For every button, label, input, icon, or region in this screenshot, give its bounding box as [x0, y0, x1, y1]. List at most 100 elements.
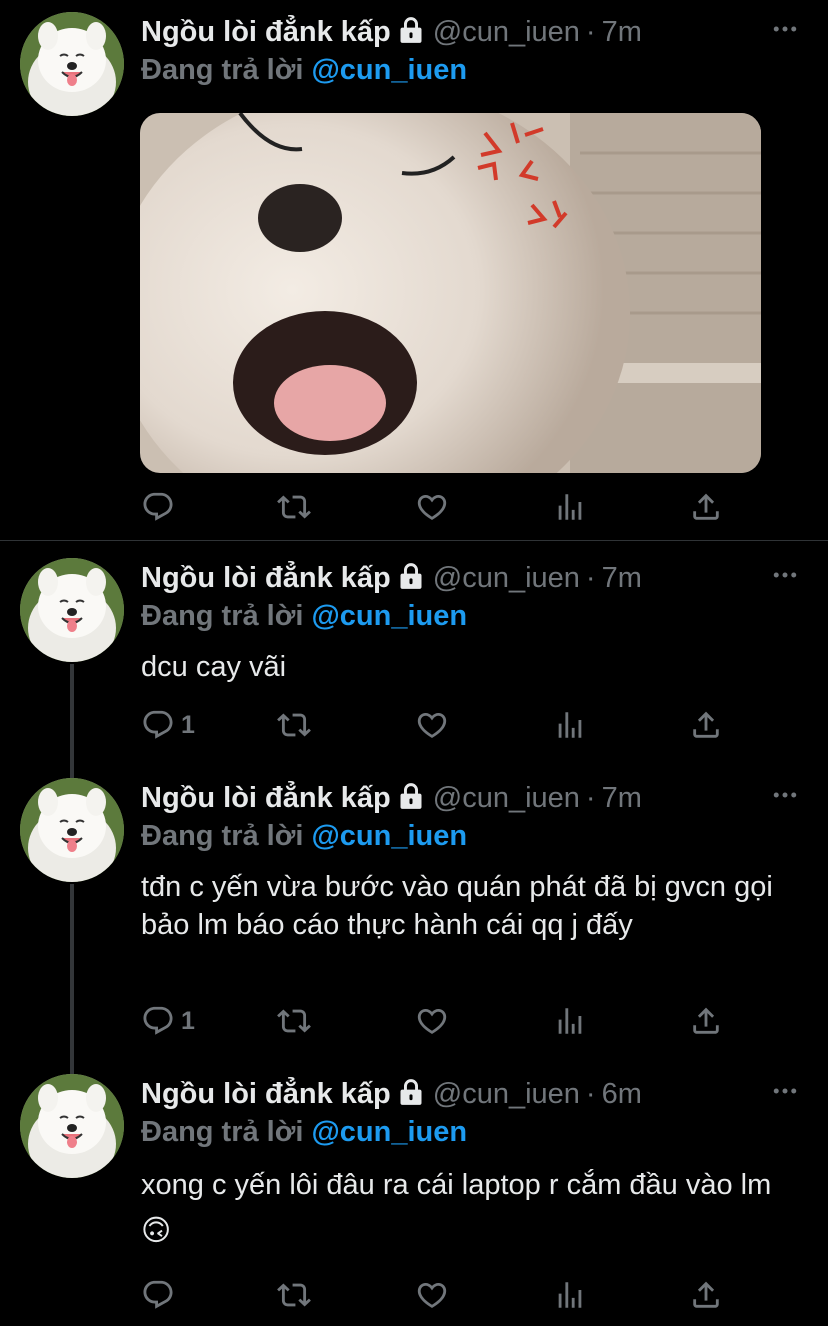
like-button[interactable]	[415, 1004, 449, 1038]
tweet[interactable]: Ngồu lòi đẳnk kấp @cun_iuen · 7m Đang tr…	[0, 558, 828, 758]
share-button[interactable]	[689, 1004, 723, 1038]
tweet[interactable]: Ngồu lòi đẳnk kấp @cun_iuen · 7m Đang tr…	[0, 778, 828, 1054]
avatar-image	[20, 12, 124, 116]
reply-icon	[141, 490, 175, 524]
tweet-text: dcu cay vãi	[141, 651, 287, 683]
mention-link[interactable]: @cun_iuen	[311, 820, 467, 852]
display-name[interactable]: Ngồu lòi đẳnk kấp	[141, 1078, 391, 1111]
share-icon	[689, 490, 723, 524]
timestamp[interactable]: 7m	[602, 562, 642, 595]
tweet-header: Ngồu lòi đẳnk kấp @cun_iuen · 7m	[141, 778, 828, 818]
reply-button[interactable]	[141, 1278, 175, 1312]
tweet[interactable]: Ngồu lòi đẳnk kấp @cun_iuen · 6m Đang tr…	[0, 1074, 828, 1326]
separator-dot: ·	[585, 15, 596, 48]
like-button[interactable]	[415, 490, 449, 524]
like-icon	[415, 708, 449, 742]
lock-icon	[397, 1078, 425, 1111]
share-button[interactable]	[689, 490, 723, 524]
retweet-button[interactable]	[277, 1004, 311, 1038]
like-button[interactable]	[415, 708, 449, 742]
reply-button[interactable]: 1	[141, 708, 195, 742]
avatar[interactable]	[20, 1074, 124, 1178]
share-icon	[689, 1278, 723, 1312]
handle[interactable]: @cun_iuen	[433, 782, 580, 815]
retweet-button[interactable]	[277, 1278, 311, 1312]
avatar-image	[20, 1074, 124, 1178]
timestamp[interactable]: 7m	[602, 782, 642, 815]
avatar[interactable]	[20, 558, 124, 662]
like-icon	[415, 490, 449, 524]
more-icon[interactable]	[770, 1076, 800, 1111]
views-icon	[553, 1004, 587, 1038]
separator-dot: ·	[585, 781, 596, 814]
replying-to: Đang trả lời @cun_iuen	[141, 54, 467, 87]
avatar[interactable]	[20, 12, 124, 116]
views-icon	[553, 490, 587, 524]
mention-link[interactable]: @cun_iuen	[311, 54, 467, 86]
more-icon[interactable]	[770, 14, 800, 49]
separator-dot: ·	[585, 1077, 596, 1110]
share-button[interactable]	[689, 1278, 723, 1312]
more-icon[interactable]	[770, 560, 800, 595]
timestamp[interactable]: 7m	[602, 16, 642, 49]
tweet-actions: 1	[141, 708, 741, 744]
divider	[0, 540, 828, 541]
avatar-image	[20, 778, 124, 882]
views-button[interactable]	[553, 708, 587, 742]
replying-prefix: Đang trả lời	[141, 600, 304, 632]
reply-icon	[141, 1278, 175, 1312]
views-icon	[553, 708, 587, 742]
like-icon	[415, 1278, 449, 1312]
more-icon[interactable]	[770, 780, 800, 815]
tweet-text: xong c yến lôi đâu ra cái laptop r cắm đ…	[141, 1169, 772, 1247]
timestamp[interactable]: 6m	[602, 1078, 642, 1111]
display-name[interactable]: Ngồu lòi đẳnk kấp	[141, 562, 391, 595]
like-button[interactable]	[415, 1278, 449, 1312]
lock-icon	[397, 562, 425, 595]
mention-link[interactable]: @cun_iuen	[311, 1116, 467, 1148]
share-button[interactable]	[689, 708, 723, 742]
avatar[interactable]	[20, 778, 124, 882]
handle[interactable]: @cun_iuen	[433, 1078, 580, 1111]
tweet-header: Ngồu lòi đẳnk kấp @cun_iuen · 6m	[141, 1074, 828, 1114]
reply-count: 1	[181, 1006, 195, 1035]
retweet-icon	[277, 490, 311, 524]
lock-icon	[397, 16, 425, 49]
reply-icon	[141, 708, 175, 742]
like-icon	[415, 1004, 449, 1038]
views-button[interactable]	[553, 490, 587, 524]
display-name[interactable]: Ngồu lòi đẳnk kấp	[141, 16, 391, 49]
reply-icon	[141, 1004, 175, 1038]
reply-button[interactable]	[141, 490, 175, 524]
tweet-header: Ngồu lòi đẳnk kấp @cun_iuen · 7m	[141, 558, 828, 598]
tweet-actions: 1	[141, 1004, 741, 1040]
dog-meme-image	[140, 113, 761, 473]
avatar-image	[20, 558, 124, 662]
replying-to: Đang trả lời @cun_iuen	[141, 820, 467, 853]
lock-icon	[397, 782, 425, 815]
retweet-button[interactable]	[277, 490, 311, 524]
separator-dot: ·	[585, 561, 596, 594]
tweet-media-image[interactable]	[140, 113, 761, 473]
share-icon	[689, 1004, 723, 1038]
reply-count: 1	[181, 710, 195, 739]
replying-prefix: Đang trả lời	[141, 1116, 304, 1148]
replying-to: Đang trả lời @cun_iuen	[141, 1116, 467, 1149]
views-button[interactable]	[553, 1004, 587, 1038]
retweet-icon	[277, 1278, 311, 1312]
retweet-icon	[277, 1004, 311, 1038]
views-icon	[553, 1278, 587, 1312]
replying-prefix: Đang trả lời	[141, 820, 304, 852]
views-button[interactable]	[553, 1278, 587, 1312]
display-name[interactable]: Ngồu lòi đẳnk kấp	[141, 782, 391, 815]
tweet[interactable]: Ngồu lòi đẳnk kấp @cun_iuen · 7m Đang tr…	[0, 0, 828, 540]
handle[interactable]: @cun_iuen	[433, 16, 580, 49]
mention-link[interactable]: @cun_iuen	[311, 600, 467, 632]
replying-to: Đang trả lời @cun_iuen	[141, 600, 467, 633]
handle[interactable]: @cun_iuen	[433, 562, 580, 595]
reply-button[interactable]: 1	[141, 1004, 195, 1038]
tweet-actions	[141, 1278, 741, 1314]
replying-prefix: Đang trả lời	[141, 54, 304, 86]
tweet-text: tđn c yến vừa bước vào quán phát đã bị g…	[141, 871, 773, 941]
retweet-button[interactable]	[277, 708, 311, 742]
